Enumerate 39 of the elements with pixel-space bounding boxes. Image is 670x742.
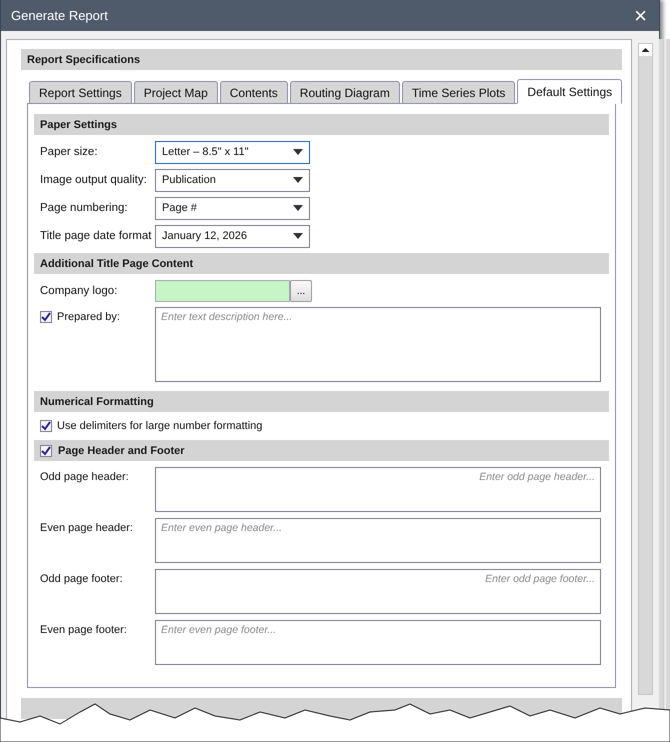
- caret-icon: [293, 233, 303, 239]
- field-label: Page numbering:: [40, 202, 129, 214]
- field-label: Odd page header:: [40, 470, 130, 483]
- field-label: Company logo:: [40, 285, 118, 297]
- caret-icon: [293, 149, 303, 155]
- scrollbar[interactable]: [638, 43, 654, 695]
- checkbox[interactable]: [40, 444, 52, 456]
- tab[interactable]: Project Map: [134, 81, 218, 104]
- caret-icon: [293, 205, 303, 211]
- tab[interactable]: Time Series Plots: [402, 81, 516, 104]
- caret-icon: [293, 177, 303, 183]
- close-button[interactable]: ×: [632, 4, 649, 26]
- field-label: Odd page footer:: [40, 572, 124, 585]
- tab[interactable]: Contents: [220, 81, 288, 104]
- logo-field[interactable]: [155, 280, 290, 302]
- checkbox-label: Use delimiters for large number formatting: [57, 420, 262, 432]
- dropdown[interactable]: Letter – 8.5" x 11": [155, 140, 310, 164]
- scroll-up-icon[interactable]: [639, 44, 652, 56]
- dropdown[interactable]: January 12, 2026: [155, 224, 310, 248]
- checkbox[interactable]: [40, 420, 52, 432]
- section-header: Paper Settings: [34, 114, 610, 135]
- section-header: Additional Title Page Content: [34, 253, 610, 274]
- field-label: Even page header:: [40, 521, 134, 534]
- field-label: Title page date format: [40, 230, 152, 242]
- browse-button[interactable]: ...: [290, 280, 312, 302]
- section-header: Report Specifications: [21, 49, 622, 70]
- checkbox-label: Prepared by:: [57, 311, 120, 323]
- field-label: Image output quality:: [40, 174, 148, 186]
- window-title: Generate Report: [11, 8, 108, 23]
- field-label: Even page footer:: [40, 623, 128, 636]
- tab[interactable]: Default Settings: [517, 79, 622, 104]
- field-label: Paper size:: [40, 146, 99, 158]
- dropdown[interactable]: Publication: [155, 168, 310, 192]
- checkbox[interactable]: [40, 311, 52, 323]
- dropdown[interactable]: Page #: [155, 196, 310, 220]
- tab[interactable]: Routing Diagram: [290, 81, 400, 104]
- section-header: Numerical Formatting: [34, 391, 610, 412]
- section-title: Page Header and Footer: [58, 444, 185, 456]
- tab[interactable]: Report Settings: [29, 81, 132, 104]
